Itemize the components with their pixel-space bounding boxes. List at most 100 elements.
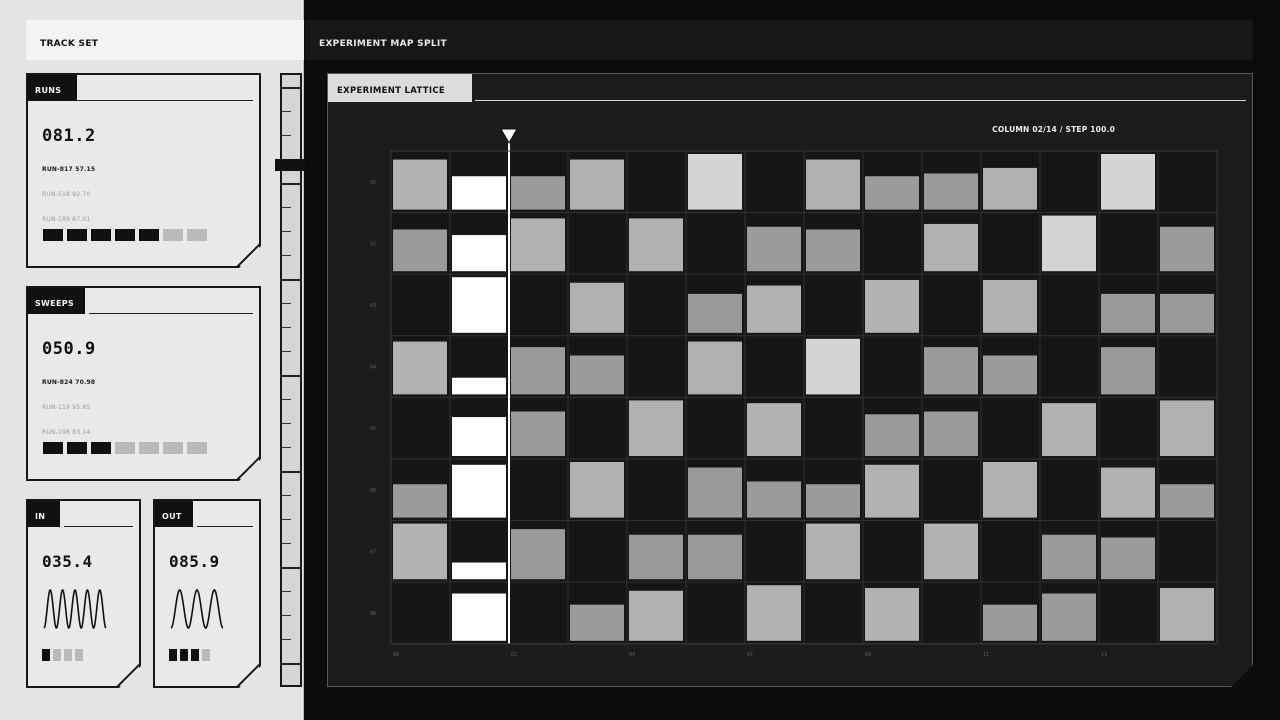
in-card[interactable]: IN 035.4	[26, 499, 141, 688]
lattice-cell	[1160, 294, 1214, 333]
waveform-line	[171, 590, 223, 628]
lattice-cell	[747, 403, 801, 456]
ruler-tick	[282, 663, 300, 665]
lattice-cell	[865, 414, 919, 456]
column-label: 02	[511, 652, 517, 658]
lattice-grid[interactable]: 01 02 03 04 05 06 07 08 00 02 04 07 09 11 13	[328, 74, 1254, 688]
lattice-cell	[924, 224, 978, 271]
out-corner-cut	[226, 653, 260, 687]
lattice-cell	[983, 355, 1037, 394]
lattice-cell-bg	[745, 521, 804, 583]
runs-card[interactable]: RUNS 081.2 RUN-817 57.15 RUN-518 92.70 R…	[26, 73, 261, 268]
column-label: 00	[393, 652, 399, 658]
lattice-cell	[393, 342, 447, 395]
lattice-cell	[1160, 484, 1214, 517]
progress-cell	[169, 649, 177, 661]
progress-cell	[75, 649, 83, 661]
lattice-cell-bg	[1158, 336, 1217, 398]
lattice-cell-bg	[1158, 151, 1217, 213]
lattice-cell	[1042, 594, 1096, 641]
ruler-tick	[282, 375, 300, 377]
out-value: 085.9	[169, 552, 220, 571]
lattice-cell	[924, 173, 978, 209]
lattice-cell	[806, 524, 860, 580]
sweeps-corner-cut	[226, 446, 260, 480]
lattice-cell-bg	[804, 397, 863, 459]
track-set-header: TRACK SET	[26, 20, 304, 60]
lattice-cell-bg	[1040, 274, 1099, 336]
lattice-cell-bg	[509, 582, 568, 644]
runs-row-1: RUN-817 57.15	[42, 166, 96, 173]
lattice-cell	[629, 535, 683, 579]
sweeps-row-3: RUN-198 83.14	[42, 429, 91, 436]
lattice-cell	[393, 230, 447, 272]
sweeps-card[interactable]: SWEEPS 050.9 RUN-824 70.98 RUN-119 95.85…	[26, 286, 261, 481]
lattice-cell-bg	[1040, 336, 1099, 398]
lattice-cell	[1160, 400, 1214, 456]
column-label: 11	[983, 652, 989, 658]
progress-cell	[43, 442, 63, 454]
progress-cell	[64, 649, 72, 661]
out-cells	[169, 649, 210, 661]
in-card-label: IN	[28, 501, 60, 527]
highlight-column-bar	[452, 417, 506, 456]
in-corner-cut	[106, 653, 140, 687]
lattice-cell-bg	[922, 582, 981, 644]
progress-cell	[115, 442, 135, 454]
progress-cell	[180, 649, 188, 661]
ruler-tick	[282, 471, 300, 473]
track-set-pane: TRACK SET RUNS 081.2 RUN-817 57.15 RUN-5…	[0, 0, 305, 720]
lattice-cell-bg	[686, 397, 745, 459]
lattice-cell	[1101, 468, 1155, 518]
column-cursor-marker	[501, 129, 517, 143]
lattice-corner-cut	[1232, 666, 1254, 688]
ruler-handle[interactable]	[275, 159, 305, 171]
lattice-cell	[983, 168, 1037, 210]
lattice-cell	[983, 605, 1037, 641]
out-card[interactable]: OUT 085.9	[153, 499, 261, 688]
lattice-cell-bg	[1040, 151, 1099, 213]
lattice-cell	[570, 160, 624, 210]
lattice-cell-bg	[1158, 521, 1217, 583]
lattice-cell	[688, 294, 742, 333]
ruler-tick	[282, 207, 291, 208]
lattice-cell	[629, 218, 683, 271]
ruler-tick	[282, 351, 291, 352]
lattice-cell-bg	[686, 213, 745, 275]
lattice-cell-bg	[1099, 397, 1158, 459]
highlight-column-bar	[452, 465, 506, 518]
lattice-cell	[806, 230, 860, 272]
out-card-rule	[197, 526, 253, 527]
lattice-cell-bg	[981, 521, 1040, 583]
lattice-cell-bg	[627, 151, 686, 213]
lattice-cell-bg	[922, 459, 981, 521]
lattice-cell	[747, 227, 801, 271]
row-label: 08	[370, 611, 376, 617]
lattice-cell	[511, 218, 565, 271]
runs-corner-cut	[226, 233, 260, 267]
waveform-line	[44, 590, 106, 628]
lattice-cell	[806, 484, 860, 517]
lattice-cell	[1042, 535, 1096, 579]
lattice-cell	[983, 462, 1037, 518]
in-waveform	[42, 587, 108, 631]
lattice-cell	[511, 529, 565, 579]
lattice-cell-bg	[627, 459, 686, 521]
lattice-cell-bg	[391, 397, 450, 459]
lattice-cell-bg	[863, 213, 922, 275]
row-label: 03	[370, 303, 376, 309]
highlight-column-bar	[452, 235, 506, 271]
lattice-cell	[688, 535, 742, 579]
ruler-tick	[282, 303, 291, 304]
lattice-cell-bg	[509, 459, 568, 521]
lattice-cell	[1160, 227, 1214, 271]
in-card-rule	[64, 526, 133, 527]
progress-cell	[115, 229, 135, 241]
highlight-column-bar	[452, 176, 506, 209]
progress-cell	[67, 229, 87, 241]
lattice-cell	[1160, 588, 1214, 641]
progress-cell	[139, 229, 159, 241]
lattice-cell	[1101, 538, 1155, 580]
lattice-cell	[1101, 154, 1155, 210]
ruler-tick	[282, 327, 291, 328]
